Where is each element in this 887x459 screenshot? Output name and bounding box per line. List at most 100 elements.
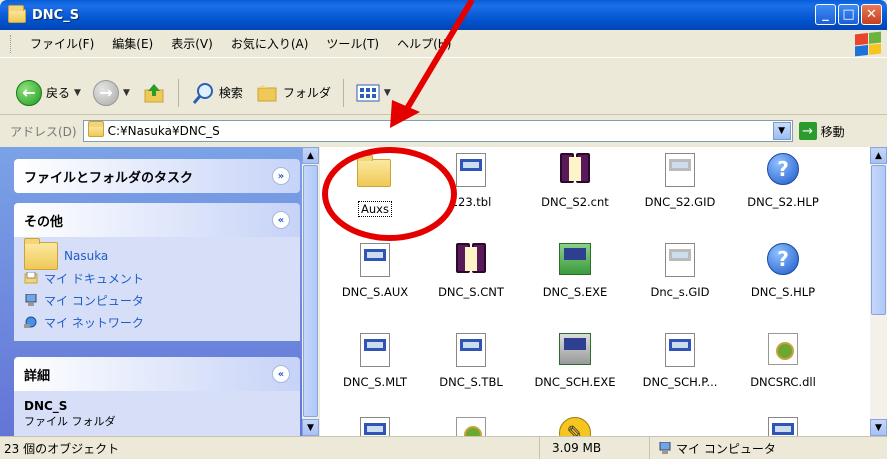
menu-file[interactable]: ファイル(F) — [21, 33, 103, 54]
file-name: DNC_S2.GID — [644, 195, 716, 209]
file-item-partial[interactable] — [320, 417, 430, 436]
back-label: 戻る — [46, 86, 71, 100]
file-folder-tasks-header[interactable]: ファイルとフォルダのタスク » — [14, 159, 300, 193]
file-item[interactable]: DNCSRC.dll — [728, 333, 838, 389]
folders-label: フォルダ — [282, 86, 331, 100]
file-item[interactable]: DNC_S.MLT — [320, 333, 430, 389]
collapse-chevron-icon[interactable]: « — [272, 365, 290, 383]
menu-bar: ファイル(F) 編集(E) 表示(V) お気に入り(A) ツール(T) ヘルプ(… — [0, 30, 887, 58]
file-item-partial[interactable] — [728, 417, 838, 436]
other-link-label: マイ ネットワーク — [44, 315, 144, 330]
forward-arrow-icon: → — [92, 79, 119, 106]
task-pane-scrollbar[interactable]: ▲ ▼ — [302, 147, 319, 436]
file-item[interactable]: DNC_S2.GID — [625, 153, 735, 209]
views-button[interactable]: ▼ — [350, 80, 397, 106]
minimize-button[interactable]: _ — [815, 4, 836, 25]
status-location: マイ コンピュータ — [650, 437, 887, 459]
dll-icon — [453, 417, 489, 436]
details-name: DNC_S — [24, 399, 68, 413]
file-item[interactable]: ? DNC_S.HLP — [728, 243, 838, 299]
file-item[interactable]: DNC_S.TBL — [416, 333, 526, 389]
scroll-thumb[interactable] — [303, 165, 318, 417]
address-path: C:¥Nasuka¥DNC_S — [107, 124, 220, 138]
toolbar-separator — [342, 78, 344, 107]
file-item[interactable]: DNC_S.AUX — [320, 243, 430, 299]
title-bar[interactable]: DNC_S _ □ ✕ — [0, 0, 887, 30]
file-item[interactable]: ? DNC_S2.HLP — [728, 153, 838, 209]
file-item-partial[interactable]: ✎ — [520, 417, 630, 436]
task-pane: ファイルとフォルダのタスク » その他 « Nasuka マイ ドキュメント マ… — [0, 147, 318, 436]
file-list-scrollbar[interactable]: ▲ ▼ — [870, 147, 887, 436]
address-bar: アドレス(D) C:¥Nasuka¥DNC_S ▼ → 移動 — [0, 116, 887, 146]
document-icon — [765, 417, 801, 436]
file-item[interactable]: Dnc_s.GID — [625, 243, 735, 299]
go-label: 移動 — [820, 124, 845, 139]
toolbar-separator — [177, 78, 179, 107]
file-name: DNC_S.HLP — [750, 285, 816, 299]
back-button[interactable]: ← 戻る ▼ — [10, 77, 87, 109]
file-item[interactable]: DNC_S2.cnt — [520, 153, 630, 209]
file-name: DNC_S.EXE — [542, 285, 608, 299]
scroll-up-icon[interactable]: ▲ — [302, 147, 319, 164]
up-folder-icon — [144, 83, 164, 102]
status-bar: 23 個のオブジェクト 3.09 MB マイ コンピュータ — [0, 436, 887, 459]
folder-icon — [87, 121, 104, 137]
folder-icon — [8, 5, 26, 23]
my-computer-icon — [25, 294, 37, 306]
collapse-chevron-icon[interactable]: « — [272, 211, 290, 229]
other-places-header[interactable]: その他 « — [14, 203, 300, 237]
maximize-button[interactable]: □ — [838, 4, 859, 25]
menu-grip — [10, 34, 13, 53]
up-folder-button[interactable] — [136, 78, 172, 108]
windows-logo-icon — [855, 31, 881, 57]
address-input[interactable]: C:¥Nasuka¥DNC_S ▼ — [82, 120, 793, 142]
menu-help[interactable]: ヘルプ(H) — [388, 33, 460, 54]
file-item[interactable]: DNC_SCH.EXE — [520, 333, 630, 389]
file-name: Dnc_s.GID — [650, 285, 710, 299]
file-item-partial[interactable] — [416, 417, 526, 436]
search-label: 検索 — [218, 86, 243, 100]
menu-favorites[interactable]: お気に入り(A) — [222, 33, 318, 54]
dll-icon — [765, 333, 801, 369]
folders-button[interactable]: フォルダ — [249, 78, 337, 108]
search-button[interactable]: 検索 — [185, 78, 249, 108]
details-header[interactable]: 詳細 « — [14, 357, 300, 391]
other-link-nasuka[interactable]: Nasuka — [24, 238, 290, 270]
file-item[interactable]: DNC_SCH.P... — [625, 333, 735, 389]
views-icon — [356, 84, 380, 101]
menu-tools[interactable]: ツール(T) — [317, 33, 388, 54]
other-link-my-computer[interactable]: マイ コンピュータ — [24, 289, 290, 311]
close-button[interactable]: ✕ — [861, 4, 882, 25]
file-item[interactable]: DNC_S.CNT — [416, 243, 526, 299]
status-object-count: 23 個のオブジェクト — [0, 437, 540, 459]
views-dropdown-icon[interactable]: ▼ — [384, 88, 391, 98]
menu-view[interactable]: 表示(V) — [162, 33, 222, 54]
scroll-up-icon[interactable]: ▲ — [870, 147, 887, 164]
back-dropdown-icon[interactable]: ▼ — [74, 88, 81, 98]
file-name: DNC_S2.HLP — [747, 195, 819, 209]
document-icon — [662, 153, 698, 189]
folder-icon — [24, 238, 58, 270]
other-link-my-documents[interactable]: マイ ドキュメント — [24, 267, 290, 289]
executable-icon — [557, 333, 593, 369]
go-button[interactable]: → 移動 — [798, 122, 845, 140]
address-dropdown-icon[interactable]: ▼ — [772, 122, 791, 140]
annotation-circle — [322, 147, 457, 241]
other-places-body: Nasuka マイ ドキュメント マイ コンピュータ マイ ネットワーク — [14, 237, 300, 341]
help-book-icon — [557, 153, 593, 189]
menu-edit[interactable]: 編集(E) — [103, 33, 162, 54]
expand-chevron-icon[interactable]: » — [272, 167, 290, 185]
file-item[interactable]: DNC_S.EXE — [520, 243, 630, 299]
file-name: DNC_SCH.EXE — [534, 375, 616, 389]
other-link-my-network[interactable]: マイ ネットワーク — [24, 311, 290, 333]
help-icon: ? — [765, 243, 801, 279]
forward-button[interactable]: → ▼ — [87, 77, 136, 109]
scroll-thumb[interactable] — [871, 165, 886, 315]
address-label: アドレス(D) — [10, 124, 77, 139]
forward-dropdown-icon[interactable]: ▼ — [123, 88, 130, 98]
other-places-title: その他 — [24, 214, 64, 230]
document-icon — [453, 333, 489, 369]
scroll-down-icon[interactable]: ▼ — [870, 419, 887, 436]
my-network-icon — [24, 316, 37, 328]
scroll-down-icon[interactable]: ▼ — [302, 419, 319, 436]
